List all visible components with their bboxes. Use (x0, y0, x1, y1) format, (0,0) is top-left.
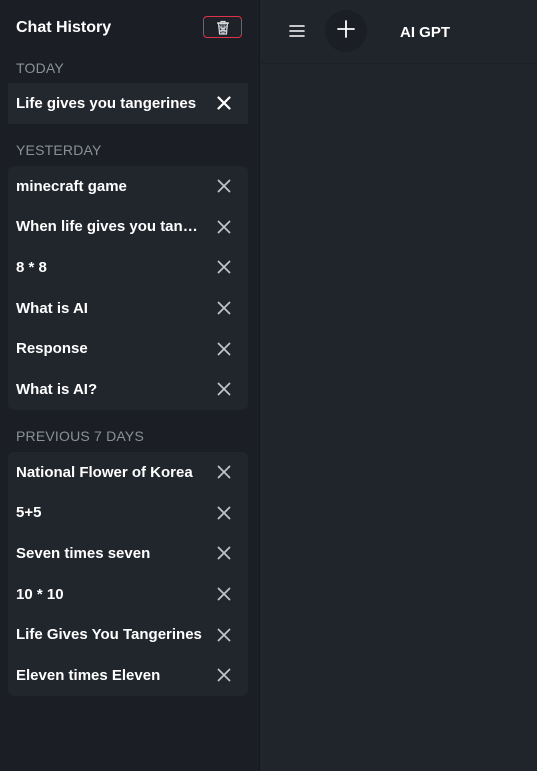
close-icon[interactable] (216, 667, 232, 683)
chat-item-label: 10 * 10 (16, 585, 64, 603)
chat-item[interactable]: 5+5 (8, 493, 248, 534)
top-bar: AI GPT (261, 0, 537, 64)
close-icon[interactable] (216, 464, 232, 480)
chat-history-sidebar: Chat History TODAY Life gives you tanger… (0, 0, 260, 771)
close-icon[interactable] (216, 505, 232, 521)
chat-main-area (261, 64, 537, 771)
chat-item-label: 5+5 (16, 504, 42, 522)
new-chat-button[interactable] (325, 10, 367, 52)
chat-item[interactable]: Eleven times Eleven (8, 655, 248, 696)
close-icon[interactable] (216, 381, 232, 397)
chat-item-label: Response (16, 340, 88, 358)
chat-item[interactable]: When life gives you tangerines (8, 207, 248, 248)
chat-group-today: Life gives you tangerines (8, 83, 248, 124)
plus-icon (336, 19, 356, 44)
chat-item-label: When life gives you tangerines (16, 218, 216, 236)
chat-item[interactable]: What is AI? (8, 369, 248, 410)
app-title: AI GPT (400, 24, 451, 41)
app-window: Chat History TODAY Life gives you tanger… (0, 0, 537, 771)
sidebar-title: Chat History (16, 19, 112, 36)
section-label-previous-7-days: PREVIOUS 7 DAYS (16, 428, 145, 444)
close-icon[interactable] (216, 627, 232, 643)
close-icon[interactable] (216, 545, 232, 561)
chat-item[interactable]: What is AI (8, 288, 248, 329)
chat-item-label: Eleven times Eleven (16, 666, 161, 684)
close-icon[interactable] (216, 178, 232, 194)
close-icon[interactable] (216, 219, 232, 235)
chat-item-label: minecraft game (16, 177, 127, 195)
chat-item-label: What is AI (16, 299, 88, 317)
chat-item[interactable]: 10 * 10 (8, 574, 248, 615)
close-icon[interactable] (216, 300, 232, 316)
section-label-yesterday: YESTERDAY (16, 142, 102, 158)
chat-item-label: What is AI? (16, 380, 98, 398)
chat-item-label: Seven times seven (16, 544, 151, 562)
chat-item[interactable]: 8 * 8 (8, 247, 248, 288)
chat-item[interactable]: Life gives you tangerines (8, 83, 248, 124)
chat-item[interactable]: minecraft game (8, 166, 248, 207)
hamburger-menu-icon[interactable] (288, 22, 306, 40)
close-icon[interactable] (216, 95, 232, 111)
sidebar-header: Chat History (0, 0, 260, 58)
close-icon[interactable] (216, 586, 232, 602)
close-icon[interactable] (216, 259, 232, 275)
section-label-today: TODAY (16, 60, 64, 76)
chat-item-label: Life gives you tangerines (16, 94, 197, 112)
chat-item[interactable]: National Flower of Korea (8, 452, 248, 493)
chat-group-previous-7-days: National Flower of Korea 5+5 Seven times… (8, 452, 248, 696)
close-icon[interactable] (216, 341, 232, 357)
chat-item-label: 8 * 8 (16, 258, 47, 276)
chat-item-label: National Flower of Korea (16, 463, 193, 481)
chat-item[interactable]: Life Gives You Tangerines (8, 614, 248, 655)
chat-item[interactable]: Seven times seven (8, 533, 248, 574)
chat-group-yesterday: minecraft game When life gives you tange… (8, 166, 248, 410)
trash-bin-icon (216, 20, 230, 35)
chat-item-label: Life Gives You Tangerines (16, 626, 202, 644)
clear-history-button[interactable] (203, 16, 242, 38)
chat-item[interactable]: Response (8, 328, 248, 369)
